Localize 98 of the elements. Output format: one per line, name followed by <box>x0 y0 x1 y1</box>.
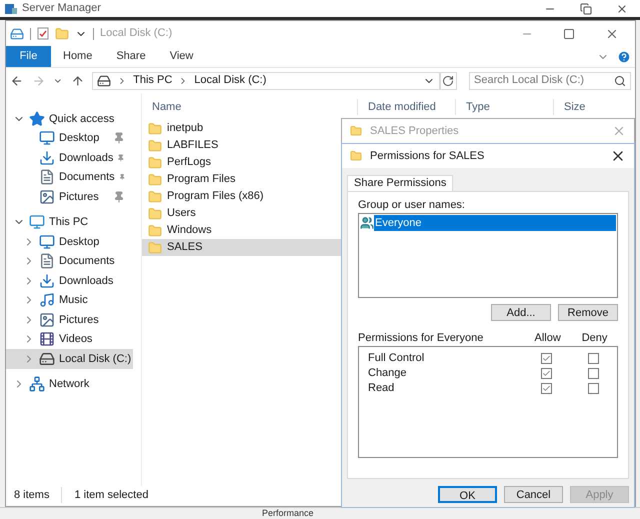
drive-icon[interactable] <box>10 26 24 40</box>
status-text: 8 items <box>14 488 50 503</box>
dialog-button[interactable]: Remove <box>558 304 618 321</box>
document-icon <box>39 253 55 270</box>
file-row[interactable]: LABFILES <box>142 137 342 154</box>
field-label: Group or user names: <box>358 199 466 211</box>
monitor-icon <box>39 130 55 146</box>
checkbox[interactable] <box>588 353 600 364</box>
permission-name: Change <box>367 366 408 382</box>
refresh-icon <box>442 74 454 86</box>
dialog-tab[interactable]: Share Permissions <box>347 175 454 191</box>
picture-icon <box>39 312 55 328</box>
document-icon <box>39 169 55 186</box>
checkbox[interactable] <box>541 368 552 379</box>
maximize-icon[interactable] <box>563 28 575 40</box>
ribbon-tab[interactable]: Home <box>51 46 104 67</box>
column-header: Deny <box>580 332 608 344</box>
download-icon <box>39 272 55 289</box>
back-icon[interactable] <box>10 74 24 88</box>
folder-icon <box>148 138 162 152</box>
nav-item[interactable]: Downloads <box>6 271 133 290</box>
dialog-button[interactable]: OK <box>438 486 497 503</box>
column-header[interactable]: Type <box>455 98 553 116</box>
film-icon <box>39 331 55 348</box>
checkbox[interactable] <box>541 383 552 394</box>
ribbon-tab[interactable]: View <box>158 46 206 67</box>
search-icon <box>614 74 626 86</box>
section-label: Performance <box>262 508 314 518</box>
breadcrumb[interactable]: Local Disk (C:) <box>194 72 266 89</box>
folder-icon <box>148 156 162 170</box>
folder-icon <box>350 124 362 138</box>
field-label: Permissions for Everyone <box>358 332 484 344</box>
drive-icon <box>39 350 55 367</box>
dialog-button[interactable]: Add... <box>491 304 551 321</box>
folder-icon <box>148 240 162 254</box>
address-bar[interactable]: This PC Local Disk (C:) <box>92 72 440 90</box>
permission-name: Read <box>367 381 396 396</box>
server-icon <box>4 2 18 15</box>
column-header[interactable]: Size <box>553 98 613 116</box>
checkbox[interactable] <box>588 383 600 394</box>
column-header[interactable]: Name <box>142 98 357 116</box>
nav-item[interactable]: Pictures <box>6 310 133 330</box>
picture-icon <box>39 188 55 205</box>
nav-item[interactable]: Music <box>6 290 133 310</box>
nav-item[interactable]: Quick access <box>6 109 133 128</box>
folder-icon <box>148 122 162 136</box>
folder-icon <box>350 149 362 163</box>
window-title: SALES Properties <box>370 124 460 139</box>
file-row[interactable]: PerfLogs <box>142 154 342 171</box>
music-note-icon <box>39 292 55 308</box>
nav-item[interactable]: Desktop <box>6 128 133 148</box>
window-title: Local Disk (C:) <box>100 26 172 42</box>
up-icon[interactable] <box>70 74 84 88</box>
close-icon[interactable] <box>616 2 628 14</box>
network-icon <box>29 376 45 392</box>
star-icon <box>29 110 45 127</box>
computer-icon <box>29 214 45 230</box>
monitor-icon <box>39 234 55 250</box>
nav-item[interactable]: Downloads <box>6 148 133 168</box>
nav-item[interactable]: Videos <box>6 330 133 349</box>
status-text: 1 item selected <box>61 486 148 504</box>
drive-icon <box>97 74 112 88</box>
checkbox[interactable] <box>588 368 600 379</box>
group-icon <box>360 216 374 230</box>
checklist-icon[interactable] <box>37 27 49 40</box>
ribbon-tab[interactable]: File <box>6 46 51 67</box>
user-list[interactable]: Everyone <box>358 213 618 298</box>
folder-icon <box>148 206 162 220</box>
file-row[interactable]: Program Files (x86) <box>142 188 342 205</box>
nav-item[interactable]: Desktop <box>6 232 133 252</box>
ribbon-tab[interactable]: Share <box>104 46 158 67</box>
download-icon <box>39 150 55 166</box>
refresh-button[interactable] <box>440 72 457 90</box>
nav-item[interactable]: Network <box>6 374 133 394</box>
file-row[interactable]: inetpub <box>142 120 342 137</box>
nav-item[interactable]: Documents <box>6 168 133 187</box>
permission-name: Full Control <box>367 351 426 366</box>
dialog-title: Permissions for SALES <box>370 148 486 164</box>
nav-item[interactable]: Pictures <box>6 187 133 206</box>
nav-item[interactable]: This PC <box>6 212 133 232</box>
file-row[interactable]: Program Files <box>142 171 342 188</box>
file-row[interactable]: Windows <box>142 222 342 239</box>
checkbox[interactable] <box>541 353 552 364</box>
restore-icon[interactable] <box>580 2 592 14</box>
folder-icon <box>148 172 162 186</box>
folder-icon <box>148 224 162 238</box>
breadcrumb[interactable]: This PC <box>133 72 172 89</box>
column-header: Allow <box>533 332 562 344</box>
file-row[interactable]: SALES <box>142 239 342 256</box>
file-row[interactable]: Users <box>142 205 342 222</box>
folder-icon <box>148 190 162 204</box>
nav-item[interactable]: Documents <box>6 252 133 271</box>
nav-item[interactable]: Local Disk (C:) <box>6 349 133 368</box>
search-field[interactable]: Search Local Disk (C:) <box>469 72 631 90</box>
window-title: Server Manager <box>22 1 101 16</box>
column-header[interactable]: Date modified <box>357 98 455 116</box>
dialog-button[interactable]: Cancel <box>504 486 563 503</box>
help-icon[interactable] <box>617 50 631 64</box>
